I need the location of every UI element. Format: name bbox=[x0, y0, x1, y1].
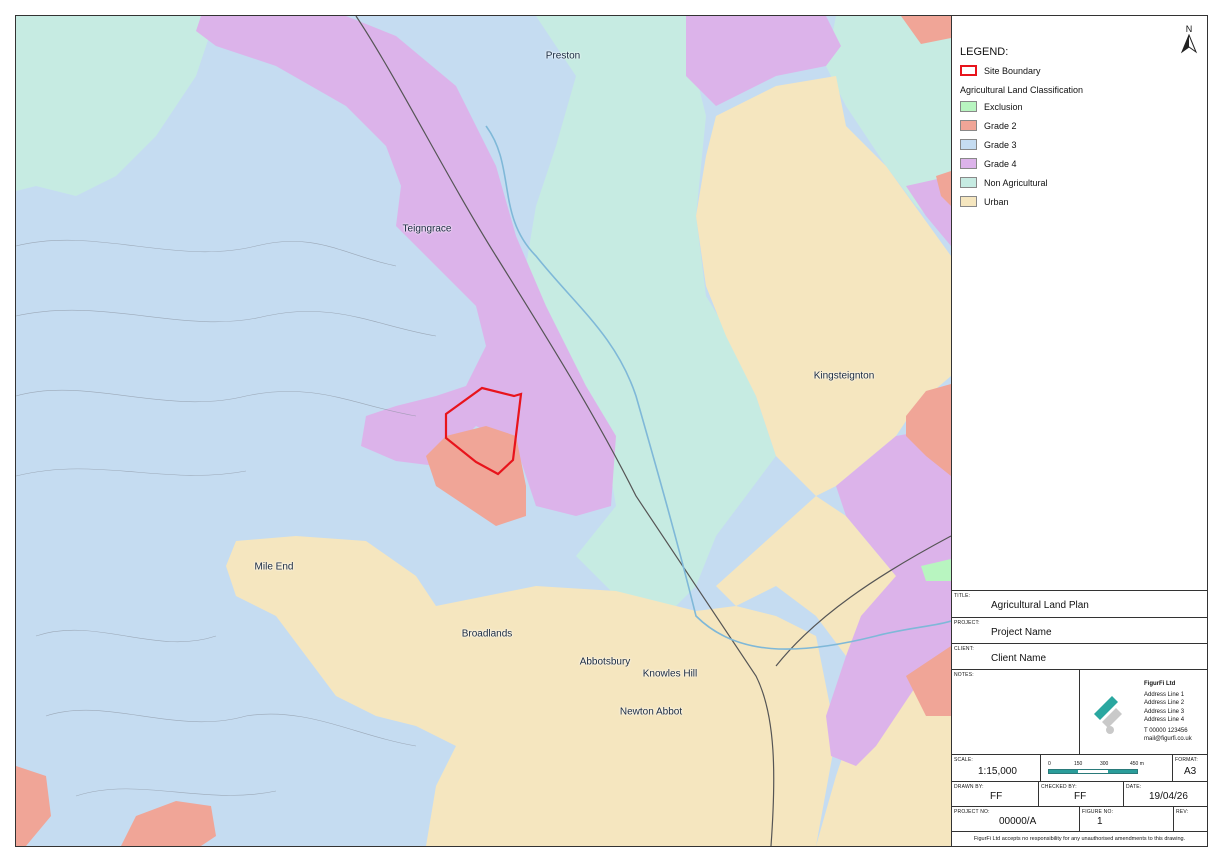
project-number-row: PROJECT NO: 00000/A FIGURE NO: 1 REV: bbox=[952, 806, 1207, 831]
legend-label: Site Boundary bbox=[984, 65, 1041, 76]
company-name: FigurFi Ltd bbox=[1144, 681, 1176, 687]
legend-swatch bbox=[960, 158, 977, 169]
project-number-label: PROJECT NO: bbox=[954, 809, 990, 815]
legend-item-grade-2: Grade 2 bbox=[960, 120, 1017, 131]
legend-title: LEGEND: bbox=[960, 46, 1009, 58]
drawn-row: DRAWN BY: FF CHECKED BY: FF DATE: 19/04/… bbox=[952, 781, 1207, 806]
scale-value: 1:15,000 bbox=[978, 766, 1017, 777]
address-line: Address Line 1 bbox=[1144, 692, 1185, 699]
place-label-kingsteignton: Kingsteignton bbox=[813, 370, 875, 382]
place-label-preston: Preston bbox=[545, 50, 581, 62]
legend-item-grade-4: Grade 4 bbox=[960, 158, 1017, 169]
client-label: CLIENT: bbox=[954, 646, 975, 652]
legend-swatch bbox=[960, 196, 977, 207]
legend-label: Grade 3 bbox=[984, 139, 1017, 150]
divider bbox=[1038, 782, 1039, 806]
notes-row: NOTES: FigurFi Ltd Address Line 1 Addres… bbox=[952, 669, 1207, 754]
company-address: FigurFi Ltd Address Line 1 Address Line … bbox=[1144, 680, 1192, 743]
map-canvas[interactable]: Preston Teigngrace Kingsteignton Mile En… bbox=[16, 16, 951, 846]
legend-item-exclusion: Exclusion bbox=[960, 101, 1023, 112]
client-row: CLIENT: Client Name bbox=[952, 643, 1207, 669]
project-label: PROJECT: bbox=[954, 620, 980, 626]
legend-label: Non Agricultural bbox=[984, 177, 1048, 188]
legend-swatch bbox=[960, 139, 977, 150]
site-boundary-swatch bbox=[960, 65, 977, 76]
alc-map bbox=[16, 16, 951, 846]
figure-label: FIGURE NO: bbox=[1082, 809, 1114, 815]
disclaimer-row: FigurFi Ltd accepts no responsibility fo… bbox=[952, 831, 1207, 846]
checked-label: CHECKED BY: bbox=[1041, 784, 1077, 790]
scale-tick: 450 m bbox=[1130, 761, 1144, 767]
legend-label: Exclusion bbox=[984, 101, 1023, 112]
company-logo bbox=[1094, 696, 1122, 734]
company-email[interactable]: mail@figurfi.co.uk bbox=[1144, 735, 1192, 743]
scale-bar: 0 150 300 450 m bbox=[1048, 761, 1172, 774]
divider bbox=[1173, 807, 1174, 831]
legend-swatch bbox=[960, 101, 977, 112]
legend-label: Grade 4 bbox=[984, 158, 1017, 169]
project-number-value: 00000/A bbox=[999, 816, 1037, 827]
legend-item-grade-3: Grade 3 bbox=[960, 139, 1017, 150]
place-label-knowles-hill: Knowles Hill bbox=[642, 668, 698, 680]
divider bbox=[1079, 670, 1080, 754]
place-label-abbotsbury: Abbotsbury bbox=[579, 656, 631, 668]
address-line: Address Line 4 bbox=[1144, 716, 1185, 723]
project-name: Project Name bbox=[991, 627, 1052, 638]
legend-label: Grade 2 bbox=[984, 120, 1017, 131]
place-label-teigngrace: Teigngrace bbox=[402, 223, 452, 235]
legend-item-non-agricultural: Non Agricultural bbox=[960, 177, 1048, 188]
drawn-label: DRAWN BY: bbox=[954, 784, 984, 790]
company-phone: T 00000 123456 bbox=[1144, 728, 1188, 735]
date-label: DATE: bbox=[1126, 784, 1142, 790]
scale-row: SCALE: 1:15,000 0 150 300 450 m FORMAT: … bbox=[952, 754, 1207, 781]
title-row: TITLE: Agricultural Land Plan bbox=[952, 590, 1207, 617]
figure-value: 1 bbox=[1097, 816, 1103, 827]
scale-tick: 0 bbox=[1048, 761, 1051, 767]
drawing-title: Agricultural Land Plan bbox=[991, 600, 1089, 611]
scale-bar-graphic bbox=[1048, 769, 1138, 774]
legend-swatch bbox=[960, 177, 977, 188]
disclaimer-text: FigurFi Ltd accepts no responsibility fo… bbox=[973, 836, 1186, 842]
divider bbox=[1123, 782, 1124, 806]
north-label: N bbox=[1185, 24, 1193, 34]
legend-item-site-boundary: Site Boundary bbox=[960, 65, 1041, 76]
notes-label: NOTES: bbox=[954, 672, 974, 678]
place-label-mile-end: Mile End bbox=[254, 561, 294, 573]
address-line: Address Line 3 bbox=[1144, 708, 1185, 715]
checked-value: FF bbox=[1074, 791, 1087, 802]
legend-label: Urban bbox=[984, 196, 1009, 207]
legend-item-urban: Urban bbox=[960, 196, 1009, 207]
drawn-value: FF bbox=[990, 791, 1003, 802]
place-label-broadlands: Broadlands bbox=[461, 628, 513, 640]
format-value: A3 bbox=[1184, 766, 1197, 777]
scale-tick: 300 bbox=[1100, 761, 1109, 767]
format-label: FORMAT: bbox=[1175, 757, 1198, 763]
date-value: 19/04/26 bbox=[1149, 791, 1188, 802]
legend-panel: N LEGEND: Site Boundary Agricultural Lan… bbox=[951, 16, 1207, 846]
rev-label: REV: bbox=[1176, 809, 1189, 815]
north-arrow: N bbox=[1177, 24, 1201, 56]
legend-swatch bbox=[960, 120, 977, 131]
legend-subtitle: Agricultural Land Classification bbox=[960, 85, 1084, 95]
place-label-newton-abbot: Newton Abbot bbox=[619, 706, 683, 718]
project-row: PROJECT: Project Name bbox=[952, 617, 1207, 643]
address-line: Address Line 2 bbox=[1144, 700, 1185, 707]
divider bbox=[1079, 807, 1080, 831]
scale-label: SCALE: bbox=[954, 757, 973, 763]
client-name: Client Name bbox=[991, 653, 1047, 664]
divider bbox=[1040, 755, 1041, 781]
scale-tick: 150 bbox=[1074, 761, 1083, 767]
title-label: TITLE: bbox=[954, 593, 971, 599]
divider bbox=[1172, 755, 1173, 781]
north-arrow-icon bbox=[1180, 33, 1198, 54]
